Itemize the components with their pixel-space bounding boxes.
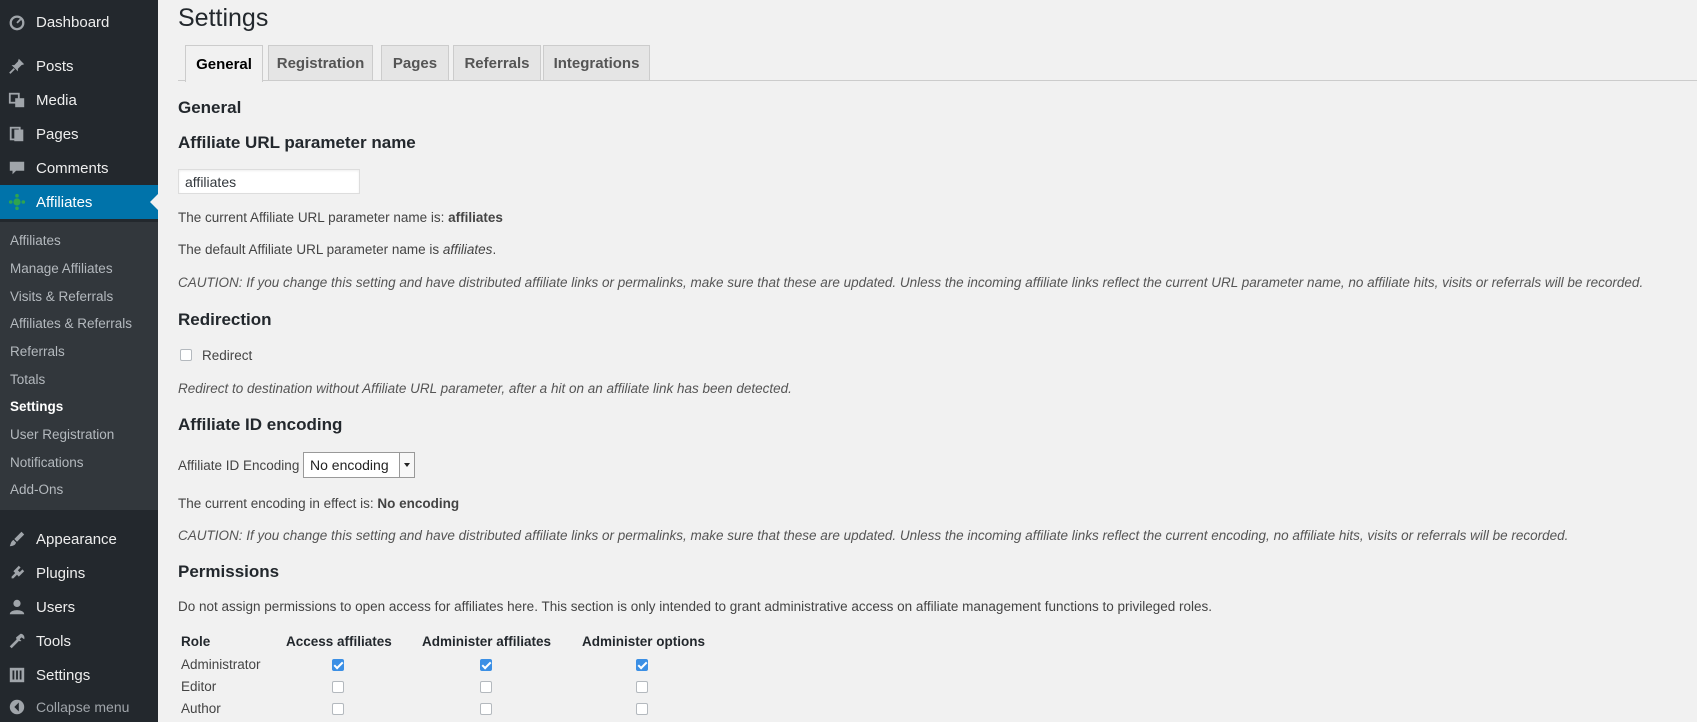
current-encoding-text: The current encoding in effect is: No en… bbox=[178, 496, 459, 511]
submenu-manage-affiliates[interactable]: Manage Affiliates bbox=[10, 261, 113, 276]
role-name: Author bbox=[181, 701, 221, 716]
menu-label: Comments bbox=[36, 159, 109, 177]
menu-label: Pages bbox=[36, 125, 79, 143]
settings-icon bbox=[9, 667, 25, 683]
menu-dashboard[interactable]: Dashboard bbox=[0, 5, 158, 39]
author-access-affiliates-checkbox[interactable] bbox=[332, 703, 344, 715]
menu-users[interactable]: Users bbox=[0, 590, 158, 624]
menu-label: Users bbox=[36, 598, 76, 616]
permissions-heading: Permissions bbox=[178, 562, 280, 581]
encoding-heading: Affiliate ID encoding bbox=[178, 415, 343, 434]
redirection-heading: Redirection bbox=[178, 310, 272, 329]
author-administer-affiliates-checkbox[interactable] bbox=[480, 703, 492, 715]
url-param-heading: Affiliate URL parameter name bbox=[178, 133, 416, 152]
menu-media[interactable]: Media bbox=[0, 83, 158, 117]
default-param-text: The default Affiliate URL parameter name… bbox=[178, 242, 496, 257]
wrench-icon bbox=[9, 633, 25, 649]
encoding-caution: CAUTION: If you change this setting and … bbox=[178, 528, 1569, 543]
administrator-administer-options-checkbox[interactable] bbox=[636, 659, 648, 671]
menu-settings[interactable]: Settings bbox=[0, 658, 158, 692]
encoding-selected: No encoding bbox=[310, 457, 389, 473]
menu-comments[interactable]: Comments bbox=[0, 151, 158, 185]
tab-registration[interactable]: Registration bbox=[268, 45, 373, 80]
submenu-affiliates-referrals[interactable]: Affiliates & Referrals bbox=[10, 316, 132, 331]
redirect-label: Redirect bbox=[202, 348, 253, 363]
redirect-checkbox[interactable] bbox=[180, 349, 192, 361]
col-access-affiliates: Access affiliates bbox=[286, 634, 392, 649]
admin-sidebar: Dashboard Posts Media Pages Comments Aff… bbox=[0, 0, 158, 722]
redirect-description: Redirect to destination without Affiliat… bbox=[178, 381, 792, 396]
tab-referrals[interactable]: Referrals bbox=[453, 45, 541, 80]
menu-affiliates[interactable]: Affiliates bbox=[0, 185, 158, 219]
permissions-description: Do not assign permissions to open access… bbox=[178, 599, 1213, 614]
col-administer-options: Administer options bbox=[582, 634, 706, 649]
editor-access-affiliates-checkbox[interactable] bbox=[332, 681, 344, 693]
tab-general[interactable]: General bbox=[185, 45, 263, 82]
menu-label: Posts bbox=[36, 57, 74, 75]
role-name: Administrator bbox=[181, 657, 261, 672]
current-param-value: affiliates bbox=[448, 210, 503, 225]
submenu-settings[interactable]: Settings bbox=[10, 399, 63, 414]
pages-icon bbox=[9, 126, 24, 142]
menu-label: Settings bbox=[36, 666, 91, 684]
menu-label: Appearance bbox=[36, 530, 117, 548]
administrator-administer-affiliates-checkbox[interactable] bbox=[480, 659, 492, 671]
collapse-icon bbox=[9, 699, 25, 715]
default-param-suffix: . bbox=[492, 242, 497, 257]
url-param-input[interactable] bbox=[178, 169, 360, 194]
tab-integrations[interactable]: Integrations bbox=[543, 45, 650, 80]
role-name: Editor bbox=[181, 679, 217, 694]
default-param-value: affiliates bbox=[442, 242, 493, 257]
submenu-affiliates[interactable]: Affiliates bbox=[10, 233, 61, 248]
menu-label: Plugins bbox=[36, 564, 86, 582]
current-encoding-value: No encoding bbox=[377, 496, 460, 511]
menu-label: Media bbox=[36, 91, 77, 109]
collapse-label: Collapse menu bbox=[36, 699, 130, 715]
menu-label: Affiliates bbox=[36, 193, 93, 211]
plugin-icon bbox=[11, 565, 25, 579]
main-content: Settings General Registration Pages Refe… bbox=[178, 0, 1697, 722]
editor-administer-affiliates-checkbox[interactable] bbox=[480, 681, 492, 693]
affiliates-submenu: Affiliates Manage Affiliates Visits & Re… bbox=[0, 222, 158, 510]
section-title: General bbox=[178, 98, 242, 117]
encoding-select[interactable]: No encoding bbox=[303, 452, 415, 478]
editor-administer-options-checkbox[interactable] bbox=[636, 681, 648, 693]
menu-label: Dashboard bbox=[36, 13, 110, 31]
submenu-notifications[interactable]: Notifications bbox=[10, 455, 84, 470]
current-param-text: The current Affiliate URL parameter name… bbox=[178, 210, 503, 225]
collapse-menu-button[interactable]: Collapse menu bbox=[0, 692, 158, 722]
submenu-totals[interactable]: Totals bbox=[10, 372, 45, 387]
tabs-divider bbox=[178, 80, 1697, 81]
affiliates-icon bbox=[8, 193, 26, 211]
author-administer-options-checkbox[interactable] bbox=[636, 703, 648, 715]
dashboard-icon bbox=[9, 15, 25, 31]
current-encoding-prefix: The current encoding in effect is: bbox=[178, 496, 374, 511]
col-administer-affiliates: Administer affiliates bbox=[422, 634, 552, 649]
col-role: Role bbox=[181, 634, 211, 649]
menu-pages[interactable]: Pages bbox=[0, 117, 158, 151]
comment-icon bbox=[9, 161, 25, 175]
submenu-visits-referrals[interactable]: Visits & Referrals bbox=[10, 289, 113, 304]
menu-posts[interactable]: Posts bbox=[0, 49, 158, 83]
submenu-referrals[interactable]: Referrals bbox=[10, 344, 65, 359]
page-title: Settings bbox=[178, 4, 269, 32]
tab-pages[interactable]: Pages bbox=[381, 45, 449, 80]
current-param-prefix: The current Affiliate URL parameter name… bbox=[178, 210, 445, 225]
menu-tools[interactable]: Tools bbox=[0, 624, 158, 658]
submenu-user-registration[interactable]: User Registration bbox=[10, 427, 114, 442]
default-param-prefix: The default Affiliate URL parameter name… bbox=[178, 242, 440, 257]
encoding-label: Affiliate ID Encoding bbox=[178, 458, 300, 473]
administrator-access-affiliates-checkbox[interactable] bbox=[332, 659, 344, 671]
brush-icon bbox=[9, 531, 25, 547]
user-icon bbox=[9, 599, 25, 615]
menu-label: Tools bbox=[36, 632, 72, 650]
url-param-caution: CAUTION: If you change this setting and … bbox=[178, 275, 1644, 290]
menu-appearance[interactable]: Appearance bbox=[0, 522, 158, 556]
menu-plugins[interactable]: Plugins bbox=[0, 556, 158, 590]
pin-icon bbox=[9, 58, 25, 74]
media-icon bbox=[8, 92, 25, 108]
chevron-down-icon bbox=[399, 453, 414, 477]
submenu-add-ons[interactable]: Add-Ons bbox=[10, 482, 63, 497]
